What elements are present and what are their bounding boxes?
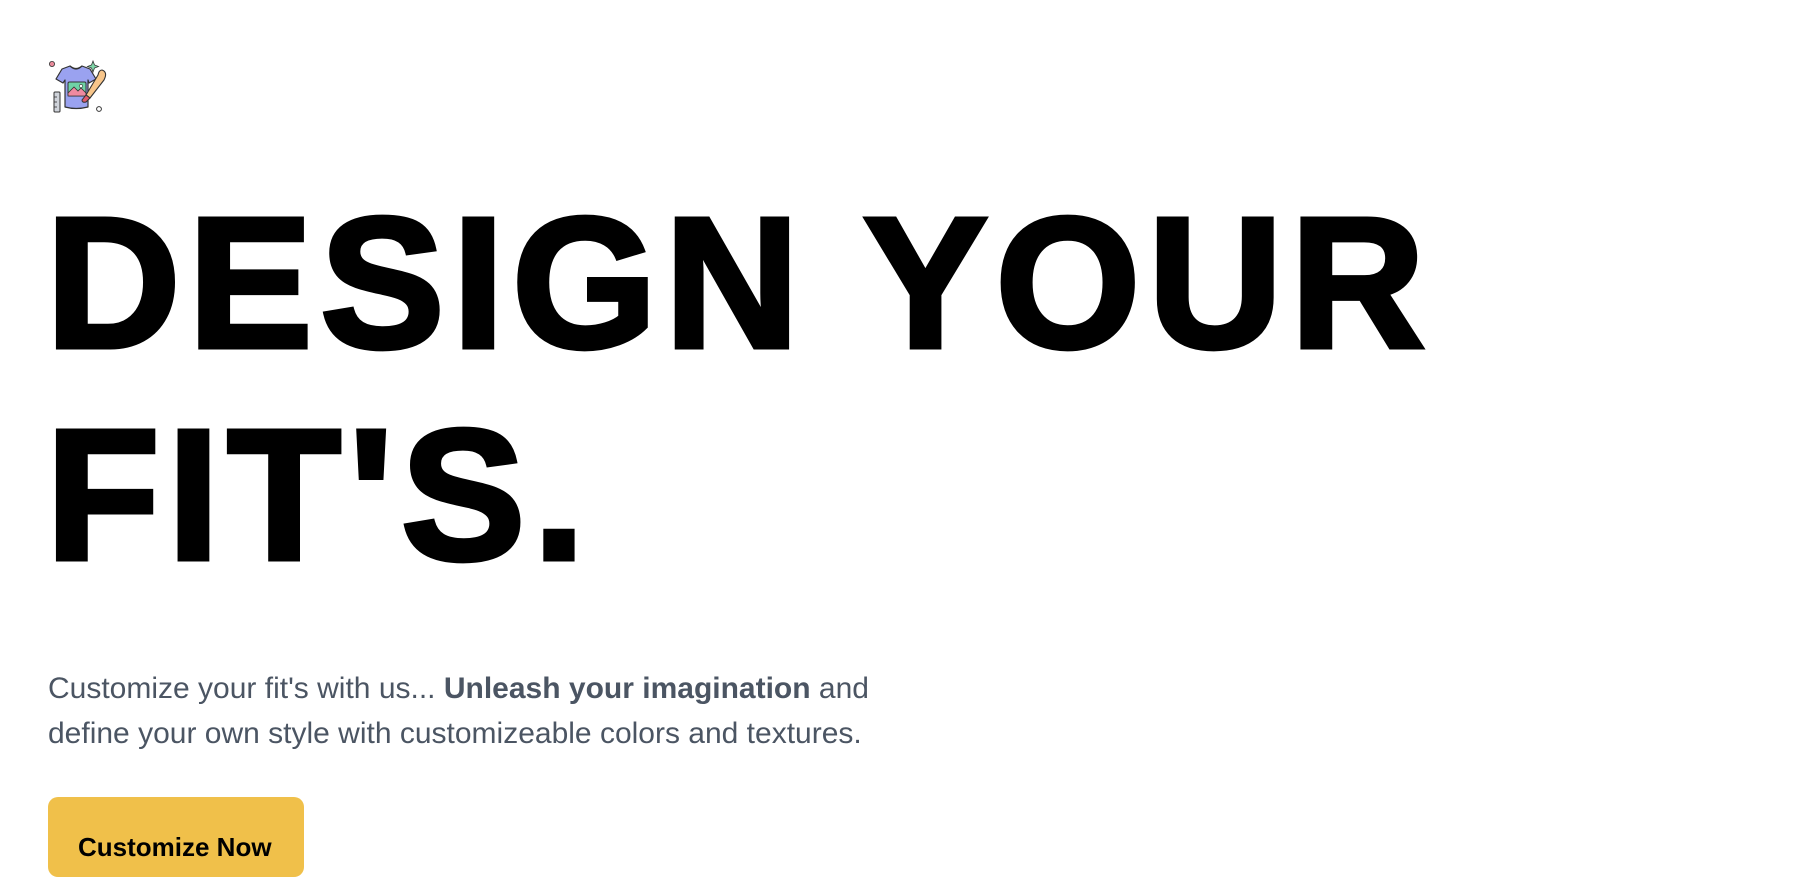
tagline-highlight-text: Unleash your imagination bbox=[443, 672, 811, 705]
brand-logo-icon[interactable] bbox=[46, 56, 110, 120]
tshirt-paintbrush-icon bbox=[49, 59, 107, 113]
customize-now-button[interactable]: Customize Now bbox=[48, 797, 304, 877]
hero-tagline: Customize your fit's with us... Unleash … bbox=[48, 666, 908, 756]
hero-title: DESIGN YOUR FIT'S. bbox=[44, 178, 1433, 602]
hero-title-line-2: FIT'S. bbox=[44, 390, 593, 602]
hero-title-line-1: DESIGN YOUR bbox=[44, 178, 1433, 390]
tagline-intro-text: Customize your fit's with us... bbox=[48, 672, 444, 705]
